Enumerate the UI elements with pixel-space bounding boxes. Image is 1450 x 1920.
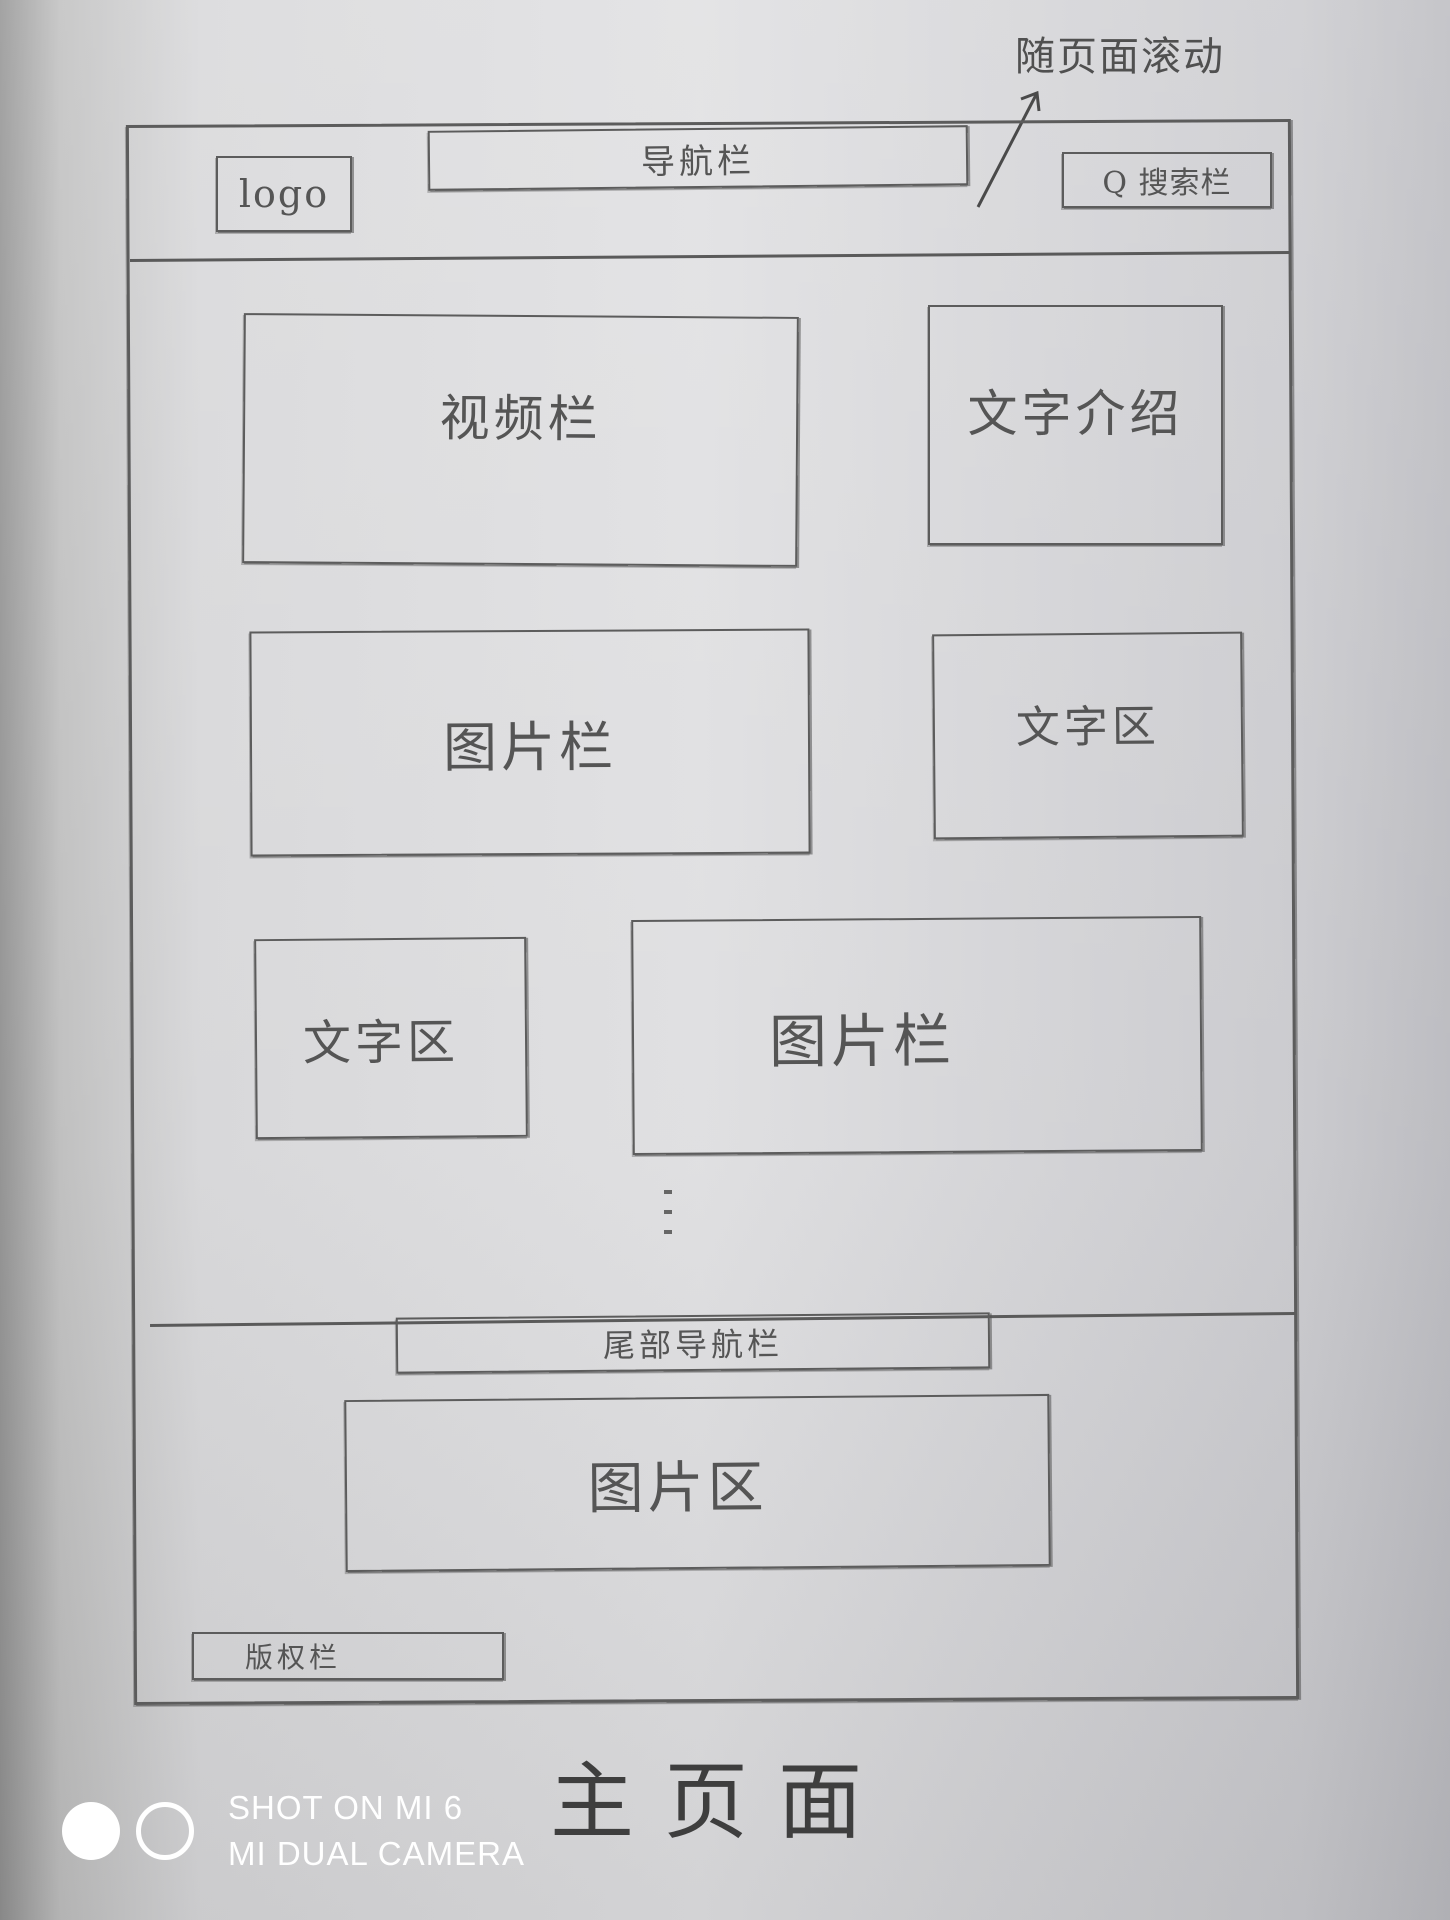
logo-label: logo (238, 172, 330, 216)
image-section-1[interactable]: 图片栏 (249, 628, 811, 857)
copyright-bar[interactable]: 版权栏 (192, 1632, 504, 1680)
page-title: 主页面 (550, 1753, 893, 1851)
text-area-2[interactable]: 文字区 (254, 936, 528, 1140)
lens-dot-icon (62, 1802, 120, 1860)
text-intro-section[interactable]: 文字介绍 (928, 305, 1223, 545)
video-section-label: 视频栏 (439, 389, 602, 449)
footer-nav-bar[interactable]: 尾部导航栏 (395, 1312, 991, 1374)
text-area-1-label: 文字区 (1015, 701, 1161, 754)
search-bar[interactable]: Q 搜索栏 (1062, 152, 1272, 208)
video-section[interactable]: 视频栏 (242, 313, 799, 567)
copyright-label: 版权栏 (244, 1641, 341, 1674)
lens-ring-icon (136, 1802, 194, 1860)
watermark-text: SHOT ON MI 6 MI DUAL CAMERA (228, 1785, 525, 1877)
image-section-2-label: 图片栏 (768, 1006, 956, 1076)
text-intro-label: 文字介绍 (967, 385, 1184, 443)
search-bar-label: Q 搜索栏 (1102, 166, 1232, 201)
more-content-ellipsis (664, 1190, 672, 1238)
footer-nav-label: 尾部导航栏 (602, 1325, 784, 1365)
text-area-1[interactable]: 文字区 (932, 631, 1244, 840)
watermark-line-2: MI DUAL CAMERA (228, 1835, 525, 1872)
image-section-2[interactable]: 图片栏 (631, 916, 1203, 1155)
footer-image-label: 图片区 (587, 1454, 768, 1522)
image-section-1-label: 图片栏 (442, 715, 618, 780)
footer-image-area[interactable]: 图片区 (344, 1393, 1051, 1573)
watermark-line-1: SHOT ON MI 6 (228, 1789, 464, 1826)
nav-bar[interactable]: 导航栏 (427, 125, 969, 191)
text-area-2-label: 文字区 (302, 1014, 460, 1072)
camera-watermark: SHOT ON MI 6 MI DUAL CAMERA (62, 1785, 525, 1877)
scroll-note: 随页面滚动 (1015, 34, 1225, 80)
nav-bar-label: 导航栏 (640, 140, 756, 183)
logo[interactable]: logo (216, 156, 352, 232)
